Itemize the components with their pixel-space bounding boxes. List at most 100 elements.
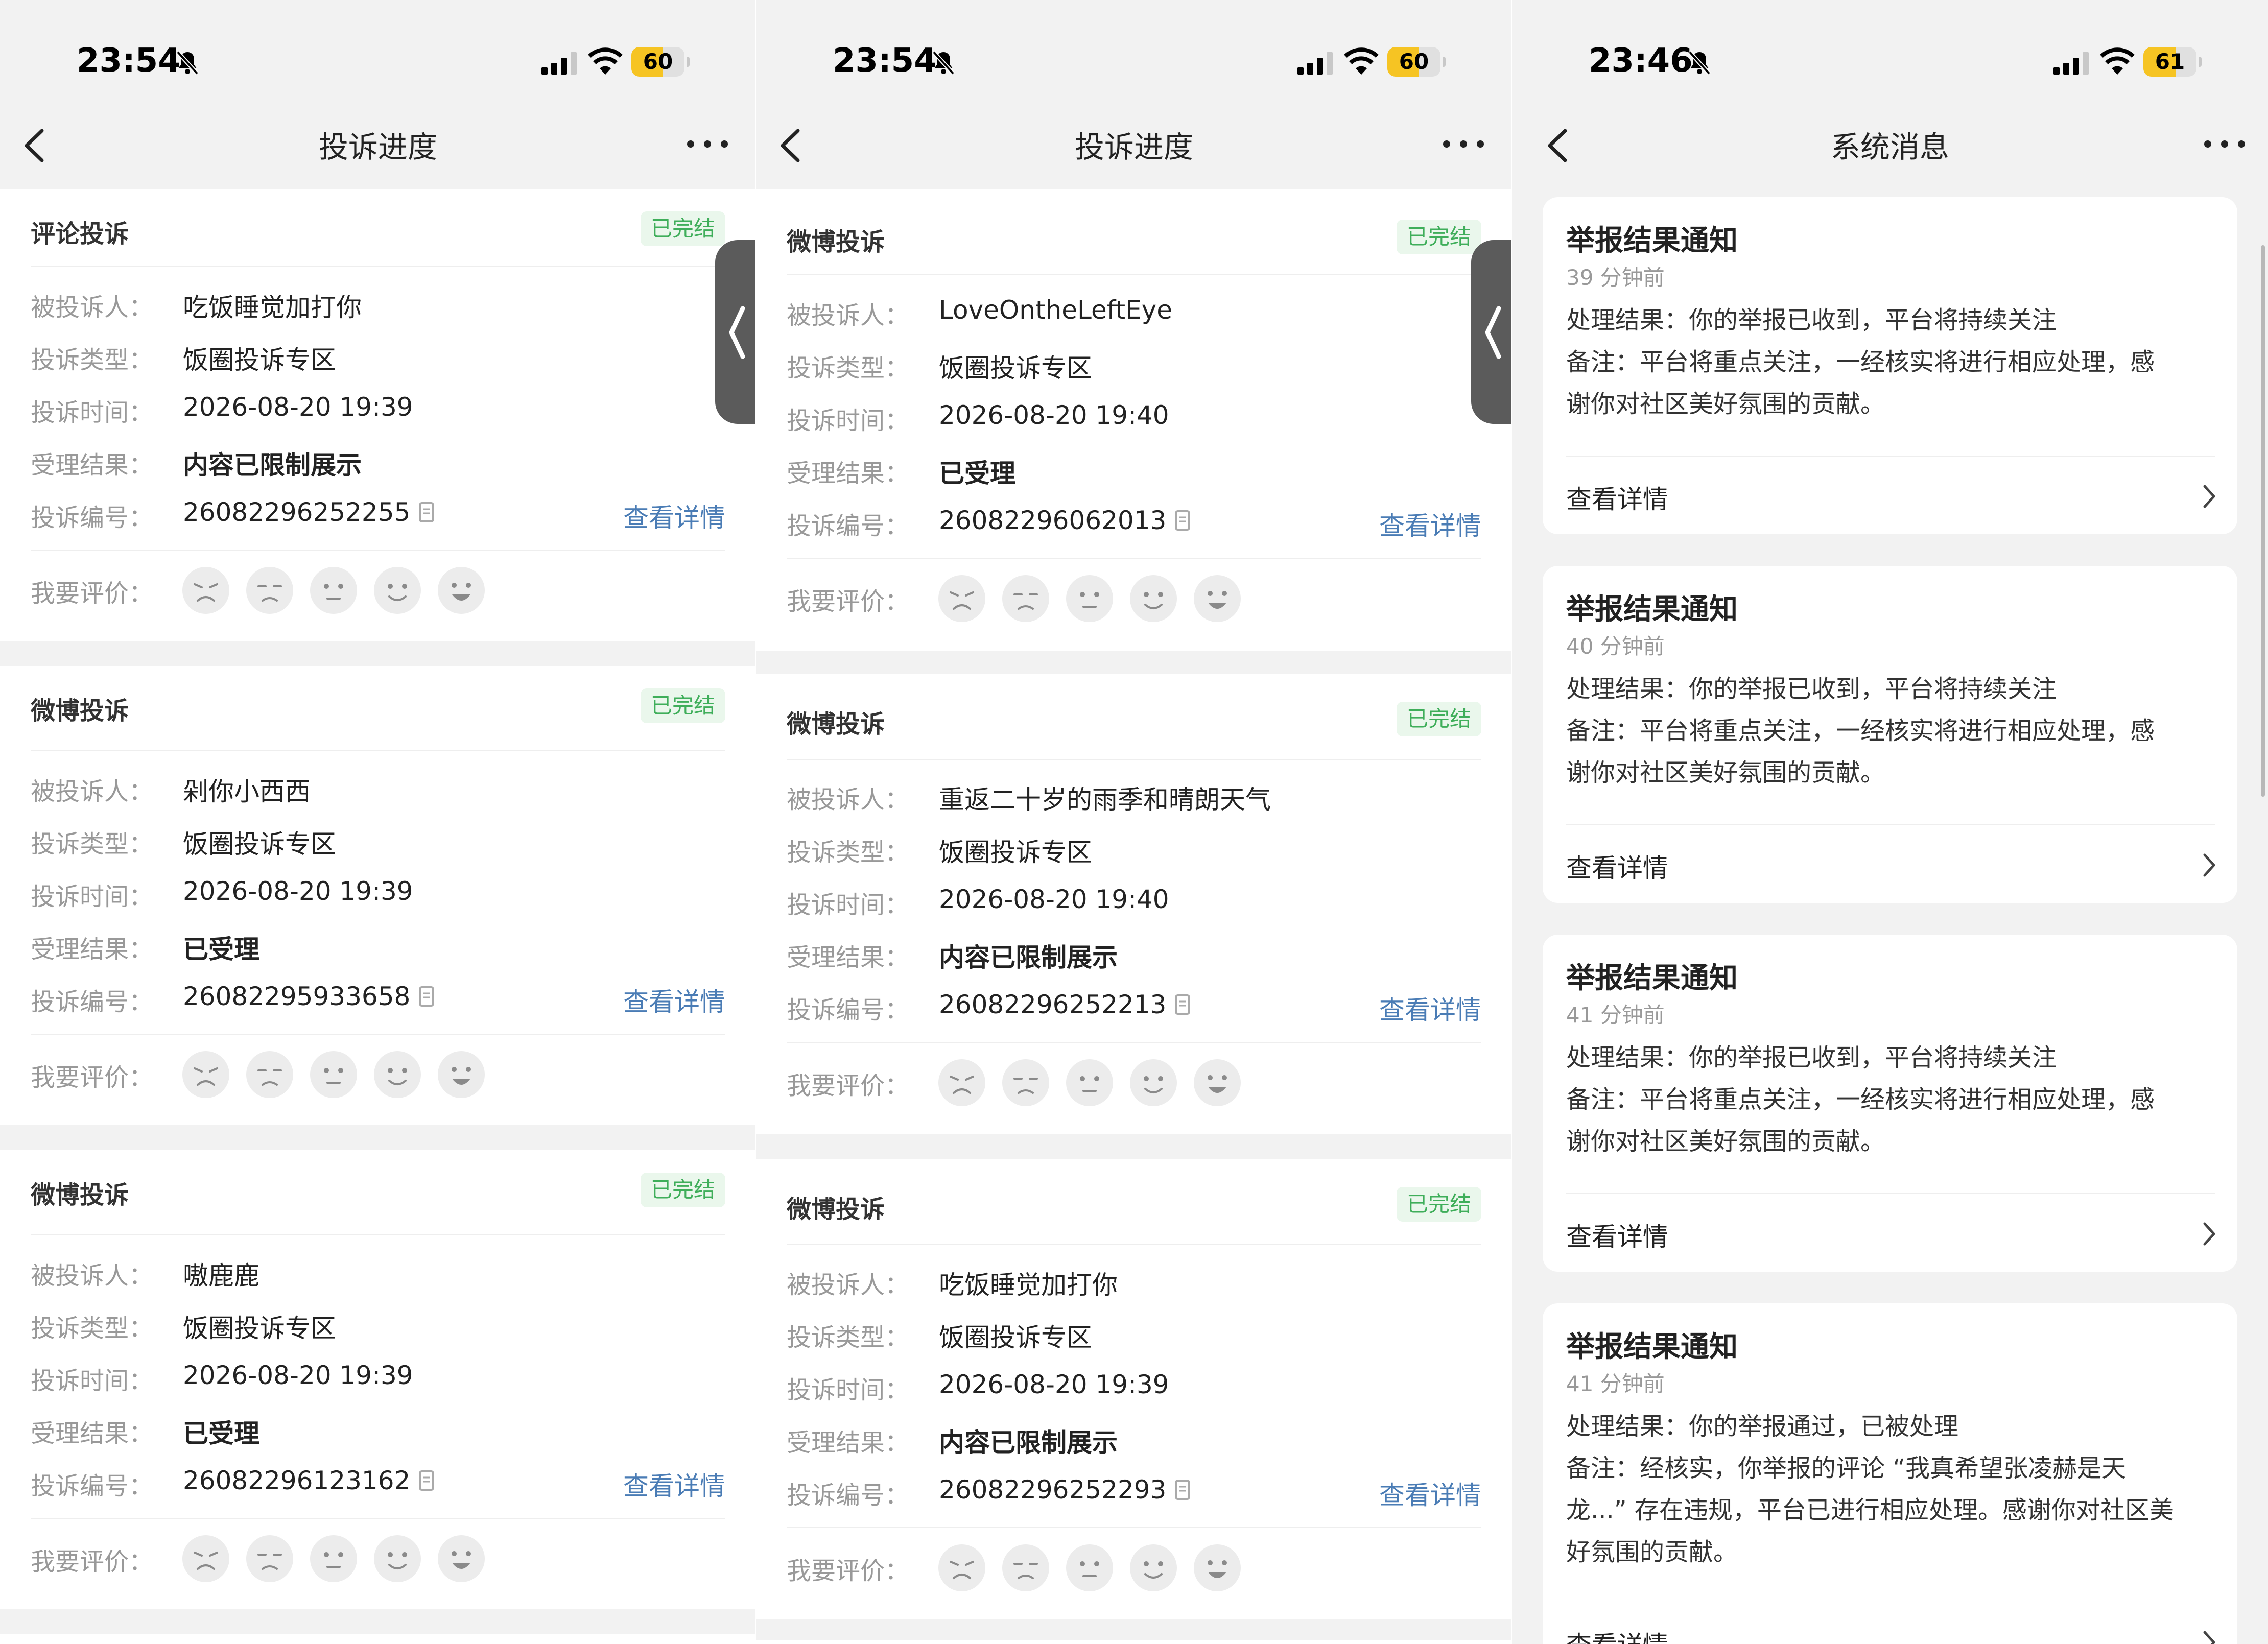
very-dissatisfied-face-icon[interactable] [181,566,230,615]
dissatisfied-face-icon[interactable] [1001,1543,1050,1592]
scrollbar[interactable] [2261,245,2265,797]
rating-label: 我要评价： [787,1557,910,1585]
type-label: 投诉类型： [31,1314,154,1343]
view-detail-link[interactable]: 查看详情 [1379,1475,1481,1512]
view-detail-link[interactable]: 查看详情 [1379,506,1481,542]
chevron-right-icon[interactable] [2202,852,2217,878]
rating-label: 我要评价： [787,587,910,616]
bell-slash-icon [176,51,199,75]
page-title: 投诉进度 [318,130,437,164]
result-label: 受理结果： [787,1428,910,1457]
complaint-card: 微博投诉 已完结 被投诉人： 剁你小西西 投诉类型： 饭圈投诉专区 投诉时间： 202… [0,666,756,1125]
copy-icon[interactable] [418,1470,437,1492]
very-satisfied-face-icon[interactable] [1193,1058,1242,1107]
very-satisfied-face-icon[interactable] [437,1534,486,1583]
copy-icon[interactable] [1174,1479,1193,1502]
respondent-label: 被投诉人： [787,1271,910,1299]
view-detail-link[interactable]: 查看详情 [623,982,725,1018]
view-detail-button[interactable]: 查看详情 [1566,848,1668,885]
chevron-right-icon[interactable] [2202,1629,2217,1644]
chevron-left-icon [729,306,745,359]
view-detail-button[interactable]: 查看详情 [1566,1217,1668,1253]
very-satisfied-face-icon[interactable] [437,1050,486,1099]
copy-icon[interactable] [418,502,437,524]
complaint-title: 微博投诉 [31,697,129,725]
side-drawer-handle[interactable] [1471,240,1512,424]
respondent-value: 重返二十岁的雨季和晴朗天气 [939,785,1271,815]
very-satisfied-face-icon[interactable] [1193,574,1242,623]
status-badge: 已完结 [1396,220,1481,254]
battery-percent: 60 [643,49,673,74]
notification-card: 举报结果通知 41 分钟前 处理结果：你的举报通过，已被处理 备注：经核实，你举… [1543,1303,2237,1644]
nav-bar: 系统消息 [1512,112,2268,189]
respondent-label: 被投诉人： [31,293,154,322]
copy-icon[interactable] [1174,510,1193,532]
neutral-face-icon[interactable] [309,1050,358,1099]
number-row: 投诉编号： 26082296123162 查看详情 [31,1466,725,1507]
copy-icon[interactable] [1174,994,1193,1016]
satisfied-face-icon[interactable] [1129,574,1178,623]
time-row: 投诉时间： 2026-08-20 19:39 [31,876,725,917]
result-row: 受理结果： 内容已限制展示 [787,937,1481,978]
dissatisfied-face-icon[interactable] [1001,1058,1050,1107]
time-row: 投诉时间： 2026-08-20 19:39 [31,392,725,433]
satisfied-face-icon[interactable] [373,1050,422,1099]
neutral-face-icon[interactable] [1065,574,1114,623]
respondent-value: 剁你小西西 [183,777,311,806]
very-satisfied-face-icon[interactable] [437,566,486,615]
complaint-card: 微博投诉 已完结 被投诉人： 重返二十岁的雨季和晴朗天气 投诉类型： 饭圈投诉专区 … [756,674,1512,1134]
satisfied-face-icon[interactable] [1129,1058,1178,1107]
satisfied-face-icon[interactable] [373,566,422,615]
neutral-face-icon[interactable] [309,1534,358,1583]
complaint-card-partial [756,1640,1512,1644]
more-horizontal-icon[interactable] [684,134,730,154]
number-value: 26082296123162 [183,1466,411,1495]
chevron-right-icon[interactable] [2202,483,2217,510]
side-drawer-handle[interactable] [715,240,756,424]
neutral-face-icon[interactable] [1065,1058,1114,1107]
chevron-right-icon[interactable] [2202,1221,2217,1247]
notification-line: 龙...” 存在违规，平台已进行相应处理。感谢你对社区美 [1566,1496,2174,1524]
satisfied-face-icon[interactable] [1129,1543,1178,1592]
very-satisfied-face-icon[interactable] [1193,1543,1242,1592]
chevron-left-icon [1485,306,1501,359]
neutral-face-icon[interactable] [309,566,358,615]
satisfied-face-icon[interactable] [373,1534,422,1583]
status-time: 23:46 [1589,42,1693,80]
status-badge: 已完结 [1396,702,1481,736]
very-dissatisfied-face-icon[interactable] [181,1534,230,1583]
number-label: 投诉编号： [787,512,910,540]
dissatisfied-face-icon[interactable] [245,1534,294,1583]
complaint-title: 微博投诉 [31,1181,129,1209]
dissatisfied-face-icon[interactable] [1001,574,1050,623]
view-detail-button[interactable]: 查看详情 [1566,479,1668,516]
copy-icon[interactable] [418,986,437,1008]
more-horizontal-icon[interactable] [1440,134,1486,154]
battery-indicator: 61 [2143,47,2202,77]
number-value: 26082295933658 [183,982,411,1011]
view-detail-link[interactable]: 查看详情 [1379,990,1481,1027]
notification-line: 处理结果：你的举报通过，已被处理 [1566,1412,1959,1441]
view-detail-button[interactable]: 查看详情 [1566,1625,1668,1644]
notification-title: 举报结果通知 [1566,224,1738,257]
very-dissatisfied-face-icon[interactable] [937,1058,986,1107]
view-detail-link[interactable]: 查看详情 [623,497,725,534]
dissatisfied-face-icon[interactable] [245,1050,294,1099]
nav-bar: 投诉进度 [756,112,1512,189]
very-dissatisfied-face-icon[interactable] [181,1050,230,1099]
very-dissatisfied-face-icon[interactable] [937,1543,986,1592]
type-row: 投诉类型： 饭圈投诉专区 [787,348,1481,389]
view-detail-link[interactable]: 查看详情 [623,1466,725,1503]
status-badge: 已完结 [640,211,725,246]
very-dissatisfied-face-icon[interactable] [937,574,986,623]
respondent-row: 被投诉人： LoveOntheLeftEye [787,295,1481,336]
rating-label: 我要评价： [31,1063,154,1092]
more-horizontal-icon[interactable] [2202,134,2248,154]
complaint-title: 微博投诉 [787,710,885,738]
status-time: 23:54 [77,42,181,80]
notification-line: 备注：平台将重点关注，一经核实将进行相应处理，感 [1566,1085,2155,1114]
result-label: 受理结果： [787,943,910,972]
dissatisfied-face-icon[interactable] [245,566,294,615]
neutral-face-icon[interactable] [1065,1543,1114,1592]
battery-indicator: 60 [631,47,690,77]
